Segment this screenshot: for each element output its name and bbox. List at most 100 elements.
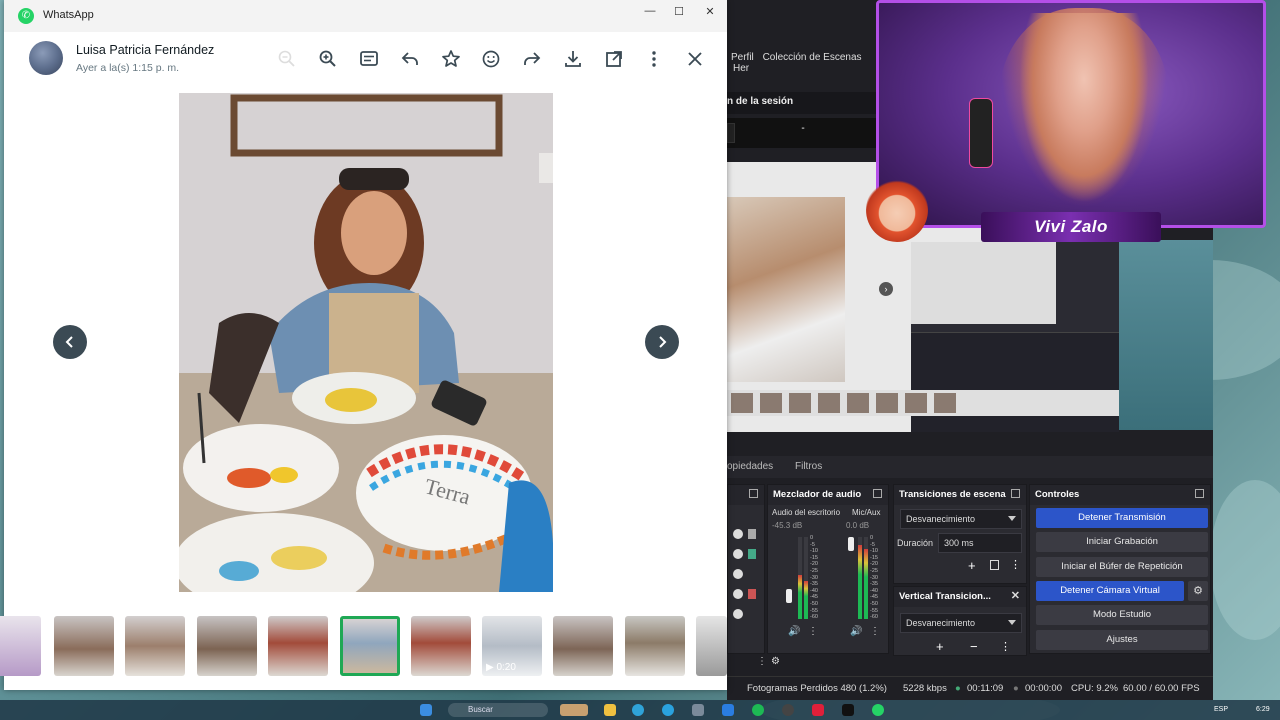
vertical-transition-select[interactable]: Desvanecimiento — [900, 613, 1022, 633]
lock-icon[interactable] — [748, 589, 756, 599]
eye-icon[interactable] — [733, 549, 743, 559]
open-external-icon[interactable] — [603, 48, 625, 70]
db-scale-label: -25 — [870, 567, 878, 574]
db-scale-label: -5 — [810, 541, 815, 548]
settings-button[interactable]: Ajustes — [1036, 630, 1208, 650]
filter-icon[interactable]: ⚙ — [771, 656, 780, 667]
menu-scene-collection[interactable]: Colección de Escenas — [763, 52, 862, 63]
mic-menu-icon[interactable]: ⋮ — [870, 626, 880, 637]
thumbnail[interactable] — [696, 616, 727, 676]
edge-icon[interactable] — [632, 704, 644, 716]
widget-icon[interactable] — [560, 704, 588, 716]
tiktok-icon[interactable] — [842, 704, 854, 716]
minimize-icon[interactable]: — — [641, 5, 659, 19]
zoom-out-icon[interactable] — [276, 48, 298, 70]
tab-properties[interactable]: opiedades — [727, 461, 773, 472]
sources-dock — [727, 484, 765, 654]
thumbnail[interactable] — [0, 616, 41, 676]
stop-streaming-button[interactable]: Detener Transmisión — [1036, 508, 1208, 528]
add-vertical-icon[interactable]: + — [936, 639, 944, 654]
clock[interactable]: 6:29 — [1256, 706, 1270, 713]
menu-tools[interactable]: Her — [733, 63, 749, 74]
go-to-message-icon[interactable] — [358, 48, 380, 70]
close-viewer-icon[interactable] — [684, 48, 706, 70]
windows-start-icon[interactable] — [420, 704, 432, 716]
remove-vertical-icon[interactable]: − — [970, 639, 978, 654]
forward-icon[interactable] — [521, 48, 543, 70]
spotify-icon[interactable] — [752, 704, 764, 716]
mic-fader[interactable] — [848, 537, 854, 551]
add-transition-icon[interactable]: + — [968, 558, 976, 573]
file-explorer-icon[interactable] — [604, 704, 616, 716]
media-thumbnail-strip: ▶ 0:20 — [0, 608, 727, 680]
start-recording-button[interactable]: Iniciar Grabación — [1036, 532, 1208, 552]
desktop-menu-icon[interactable]: ⋮ — [808, 626, 818, 637]
stream-time: 00:11:09 — [967, 683, 1004, 694]
desktop-fader[interactable] — [786, 589, 792, 603]
db-scale-label: -10 — [810, 548, 818, 555]
obs-icon[interactable] — [782, 704, 794, 716]
whatsapp-taskbar-icon[interactable] — [872, 704, 884, 716]
download-icon[interactable] — [562, 48, 584, 70]
emoji-react-icon[interactable] — [480, 48, 502, 70]
menu-profile[interactable]: Perfil — [731, 52, 754, 63]
transition-menu-icon[interactable]: ⋮ — [1010, 558, 1021, 571]
nested-obs — [911, 332, 1119, 432]
start-replay-buffer-button[interactable]: Iniciar el Búfer de Repetición — [1036, 557, 1208, 577]
mic-speaker-icon[interactable]: 🔊 — [850, 626, 862, 637]
sources-menu-icon[interactable]: ⋮ — [757, 656, 767, 667]
duration-input[interactable]: 300 ms — [938, 533, 1022, 553]
db-scale-label: -20 — [870, 561, 878, 568]
contact-avatar[interactable] — [29, 41, 63, 75]
thumbnail-selected[interactable] — [340, 616, 400, 676]
trash-icon[interactable] — [990, 560, 999, 570]
thumbnail[interactable] — [125, 616, 185, 676]
preview-photo — [727, 197, 845, 382]
eye-icon[interactable] — [733, 609, 743, 619]
language-indicator[interactable]: ESP — [1214, 706, 1228, 713]
db-scale-label: -50 — [870, 600, 878, 607]
thumbnail[interactable] — [625, 616, 685, 676]
transition-select[interactable]: Desvanecimiento — [900, 509, 1022, 529]
studio-mode-button[interactable]: Modo Estudio — [1036, 605, 1208, 625]
db-scale-label: -15 — [870, 554, 878, 561]
desktop-meter — [798, 575, 802, 619]
desktop-speaker-icon[interactable]: 🔊 — [788, 626, 800, 637]
lock-icon[interactable] — [748, 529, 756, 539]
zoom-in-icon[interactable] — [317, 48, 339, 70]
eye-icon[interactable] — [733, 529, 743, 539]
app-icon[interactable] — [722, 704, 734, 716]
vertical-transitions-title: Vertical Transicion... ✕ — [894, 587, 1026, 607]
previous-media-button[interactable] — [53, 325, 87, 359]
gear-icon[interactable]: ⚙ — [1188, 581, 1208, 601]
db-scale-label: -45 — [870, 594, 878, 601]
close-window-icon[interactable]: ✕ — [701, 5, 719, 19]
app-icon[interactable] — [812, 704, 824, 716]
reply-icon[interactable] — [399, 48, 421, 70]
lock-icon[interactable] — [748, 549, 756, 559]
eye-icon[interactable] — [733, 589, 743, 599]
tab-filters[interactable]: Filtros — [795, 461, 822, 472]
db-scale-label: -35 — [810, 581, 818, 588]
next-media-button[interactable] — [645, 325, 679, 359]
vertical-menu-icon[interactable]: ⋮ — [1000, 640, 1011, 653]
stop-virtual-camera-button[interactable]: Detener Cámara Virtual — [1036, 581, 1184, 601]
stream-indicator-icon: ● — [955, 683, 961, 694]
thumbnail[interactable] — [197, 616, 257, 676]
desktop-meter — [804, 581, 808, 619]
video-thumbnail[interactable]: ▶ 0:20 — [482, 616, 542, 676]
thumbnail[interactable] — [411, 616, 471, 676]
more-options-icon[interactable] — [643, 48, 665, 70]
close-icon[interactable]: ✕ — [1011, 589, 1020, 602]
thumbnail[interactable] — [54, 616, 114, 676]
eye-icon[interactable] — [733, 569, 743, 579]
app-icon[interactable] — [692, 704, 704, 716]
obs-tabs: opiedades Filtros — [727, 456, 1213, 478]
maximize-icon[interactable]: ☐ — [670, 5, 688, 19]
thumbnail[interactable] — [268, 616, 328, 676]
thumbnail[interactable] — [553, 616, 613, 676]
telegram-icon[interactable] — [662, 704, 674, 716]
taskbar-search[interactable]: Buscar — [448, 703, 548, 717]
webcam-frame — [876, 0, 1266, 228]
star-icon[interactable] — [440, 48, 462, 70]
